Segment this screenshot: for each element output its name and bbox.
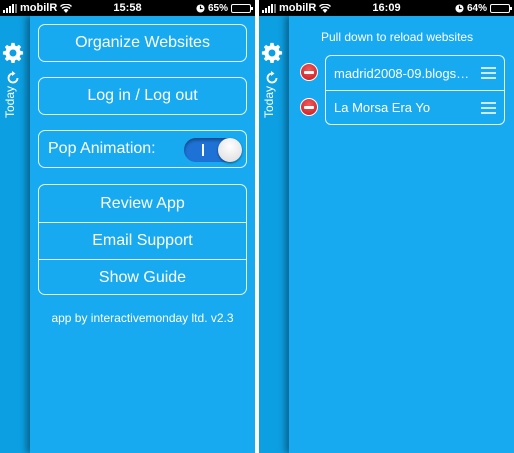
website-name: madrid2008-09.blogspot.com bbox=[334, 65, 476, 81]
side-strip: Today bbox=[259, 16, 289, 453]
email-support-button[interactable]: Email Support bbox=[39, 222, 246, 259]
show-guide-button[interactable]: Show Guide bbox=[39, 259, 246, 294]
clock-icon bbox=[455, 3, 464, 13]
website-row[interactable]: La Morsa Era Yo bbox=[326, 90, 504, 124]
battery-icon bbox=[490, 3, 512, 13]
review-app-button[interactable]: Review App bbox=[39, 185, 246, 222]
toggle-knob bbox=[218, 138, 242, 162]
battery-percent: 64% bbox=[466, 2, 487, 14]
pop-animation-toggle[interactable] bbox=[184, 138, 242, 162]
website-list: madrid2008-09.blogspot.com La Morsa Era … bbox=[325, 55, 505, 125]
refresh-icon[interactable] bbox=[6, 71, 20, 85]
pull-to-reload-hint: Pull down to reload websites bbox=[321, 30, 474, 44]
website-name: La Morsa Era Yo bbox=[334, 100, 431, 115]
website-row[interactable]: madrid2008-09.blogspot.com bbox=[326, 56, 504, 90]
pop-animation-row: Pop Animation: bbox=[38, 130, 247, 168]
reorder-icon[interactable] bbox=[481, 102, 496, 117]
side-strip: Today bbox=[0, 16, 30, 453]
pop-animation-label: Pop Animation: bbox=[48, 140, 156, 157]
clock-icon bbox=[196, 3, 205, 13]
delete-website-button[interactable] bbox=[300, 63, 318, 81]
gear-icon[interactable] bbox=[261, 42, 283, 64]
delete-website-button[interactable] bbox=[300, 98, 318, 116]
battery-icon bbox=[231, 3, 253, 13]
today-label[interactable]: Today bbox=[262, 86, 276, 118]
today-label[interactable]: Today bbox=[3, 86, 17, 118]
reorder-icon[interactable] bbox=[481, 67, 496, 82]
support-button-group: Review App Email Support Show Guide bbox=[38, 184, 247, 295]
status-bar: mobilR 15:58 65% bbox=[0, 0, 255, 16]
gear-icon[interactable] bbox=[2, 42, 24, 64]
login-logout-button[interactable]: Log in / Log out bbox=[38, 77, 247, 115]
app-credit: app by interactivemonday ltd. v2.3 bbox=[51, 311, 234, 325]
status-bar: mobilR 16:09 64% bbox=[259, 0, 514, 16]
battery-percent: 65% bbox=[207, 2, 228, 14]
refresh-icon[interactable] bbox=[265, 71, 279, 85]
toggle-on-mark bbox=[202, 144, 204, 156]
organize-websites-button[interactable]: Organize Websites bbox=[38, 24, 247, 62]
